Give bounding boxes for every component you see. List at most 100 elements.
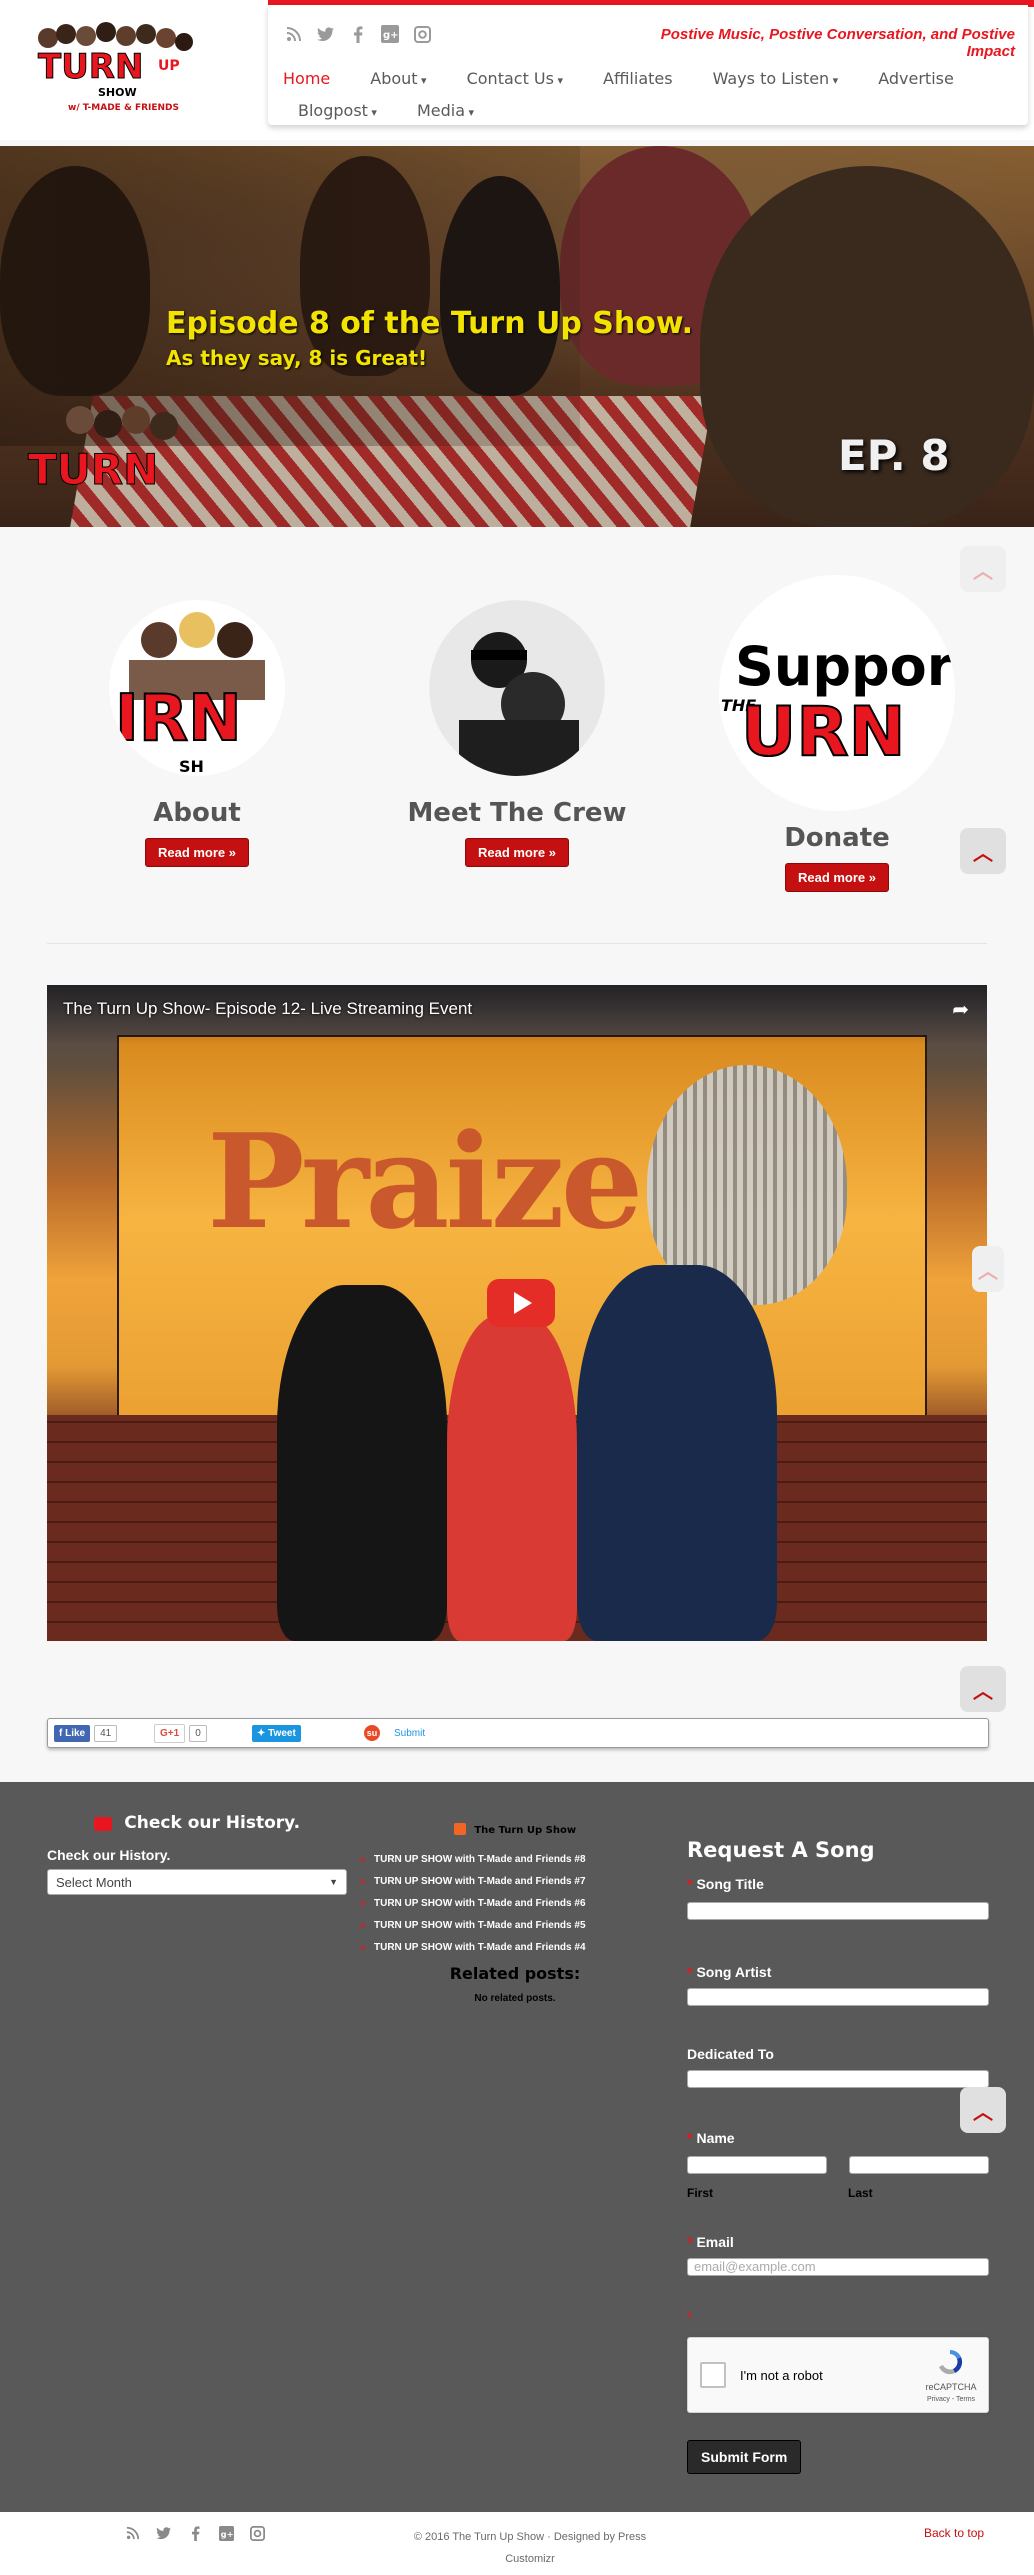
logo-turn-text: TURN <box>38 47 143 87</box>
history-label: Check our History. <box>47 1847 171 1863</box>
recent-post-link[interactable]: TURN UP SHOW with T-Made and Friends #8 <box>360 1854 670 1865</box>
nav-media[interactable]: Media <box>417 100 474 124</box>
nav-home[interactable]: Home <box>283 68 330 92</box>
feature-crew-image[interactable] <box>429 600 605 776</box>
posts-widget: The Turn Up Show TURN UP SHOW with T-Mad… <box>360 1820 670 2004</box>
hero-slider[interactable]: Episode 8 of the Turn Up Show. As they s… <box>0 146 1034 527</box>
instagram-icon[interactable] <box>413 25 431 43</box>
facebook-icon[interactable] <box>186 2526 204 2545</box>
logo-sub-text: w/ T-MADE & FRIENDS <box>68 103 179 113</box>
google-plus-label: G+1 <box>154 1723 186 1743</box>
history-widget-title: Check our History. <box>47 1813 347 1833</box>
nav-contact-us[interactable]: Contact Us <box>467 68 563 92</box>
nav-ways-to-listen[interactable]: Ways to Listen <box>713 68 839 92</box>
rss-icon[interactable] <box>285 25 303 43</box>
name-label: * Name <box>687 2130 735 2146</box>
stumbleupon-icon: su <box>364 1725 380 1741</box>
facebook-like-count: 41 <box>94 1724 118 1742</box>
stumbleupon-submit-label: Submit <box>394 1727 426 1739</box>
hero-title: Episode 8 of the Turn Up Show. <box>166 306 694 341</box>
related-posts-heading: Related posts: <box>449 1964 581 1983</box>
recent-post-link[interactable]: TURN UP SHOW with T-Made and Friends #7 <box>360 1876 670 1887</box>
chevron-up-icon: ︿ <box>973 2099 993 2124</box>
logo-show-text: SHOW <box>98 86 137 99</box>
month-select[interactable]: Select Month ▼ <box>47 1869 347 1895</box>
recaptcha-label: I'm not a robot <box>740 2368 823 2383</box>
facebook-icon[interactable] <box>349 25 367 43</box>
back-to-top-button[interactable]: ︿ <box>972 1246 1004 1292</box>
feature-donate-image[interactable]: Support THE URN <box>719 575 955 811</box>
site-tagline: Postive Music, Postive Conversation, and… <box>660 26 1015 60</box>
chevron-up-icon: ︿ <box>973 558 993 583</box>
twitter-icon[interactable] <box>317 25 335 43</box>
song-title-label: * Song Title <box>687 1876 764 1892</box>
nav-affiliates[interactable]: Affiliates <box>603 68 673 92</box>
google-plus-count: 0 <box>189 1724 207 1742</box>
facebook-like-label: f Like <box>54 1724 91 1742</box>
footer-social-links: g+ <box>124 2526 266 2545</box>
submit-form-button[interactable]: Submit Form <box>687 2440 802 2474</box>
back-to-top-button[interactable]: ︿ <box>960 2087 1006 2133</box>
captcha-required-marker: * <box>687 2310 692 2324</box>
back-to-top-button[interactable]: ︿ <box>960 1666 1006 1712</box>
stumbleupon-submit-button[interactable]: su Submit <box>364 1725 425 1741</box>
twitter-icon[interactable] <box>155 2526 173 2545</box>
song-title-input[interactable] <box>687 1902 989 1920</box>
share-icon[interactable]: ➦ <box>952 997 969 1021</box>
site-colophon: g+ © 2016 The Turn Up Show · Designed by… <box>0 2512 1034 2575</box>
name-fields <box>687 2156 989 2174</box>
recent-post-link[interactable]: TURN UP SHOW with T-Made and Friends #6 <box>360 1898 670 1909</box>
recent-posts-list: TURN UP SHOW with T-Made and Friends #8 … <box>360 1854 670 1953</box>
dedicated-to-input[interactable] <box>687 2070 989 2088</box>
calendar-icon <box>93 1816 112 1831</box>
email-input[interactable]: email@example.com <box>687 2258 989 2276</box>
nav-blogpost[interactable]: Blogpost <box>298 100 377 124</box>
play-button-icon[interactable] <box>487 1279 555 1327</box>
recaptcha-checkbox[interactable] <box>700 2362 726 2388</box>
month-select-value: Select Month <box>56 1874 132 1890</box>
song-artist-input[interactable] <box>687 1988 989 2006</box>
rss-icon <box>453 1822 466 1835</box>
credit-line[interactable]: Customizr <box>380 2548 680 2570</box>
copyright-line[interactable]: © 2016 The Turn Up Show · Designed by Pr… <box>380 2526 680 2548</box>
instagram-icon[interactable] <box>248 2526 266 2545</box>
chevron-up-icon: ︿ <box>973 1678 993 1703</box>
email-label: * Email <box>687 2234 734 2250</box>
copyright-text: © 2016 The Turn Up Show · Designed by Pr… <box>380 2526 680 2570</box>
back-to-top-button[interactable]: ︿ <box>960 546 1006 592</box>
recent-post-link[interactable]: TURN UP SHOW with T-Made and Friends #4 <box>360 1942 670 1953</box>
hero-episode-badge: EP. 8 <box>838 431 950 480</box>
first-name-input[interactable] <box>687 2156 827 2174</box>
svg-text:IRN: IRN <box>115 682 242 756</box>
feature-crew-read-more-button[interactable]: Read more » <box>464 838 570 867</box>
video-person <box>577 1265 777 1641</box>
twitter-icon: ✦ <box>257 1727 269 1739</box>
video-title[interactable]: The Turn Up Show- Episode 12- Live Strea… <box>63 999 472 1019</box>
feature-donate-read-more-button[interactable]: Read more » <box>784 863 890 892</box>
recaptcha-links[interactable]: Privacy - Terms <box>918 2396 984 2403</box>
feature-about-image[interactable]: IRN SH <box>109 600 285 776</box>
last-name-input[interactable] <box>849 2156 989 2174</box>
google-plus-icon[interactable]: g+ <box>381 25 399 43</box>
video-person <box>277 1285 447 1641</box>
youtube-video-player[interactable]: Praize The Turn Up Show- Episode 12- Liv… <box>47 985 987 1641</box>
facebook-like-button[interactable]: f Like 41 <box>54 1724 154 1742</box>
recent-post-link[interactable]: TURN UP SHOW with T-Made and Friends #5 <box>360 1920 670 1931</box>
social-share-bar: f Like 41 G+1 0 ✦ Tweet su Submit <box>47 1718 989 1748</box>
google-plus-icon[interactable]: g+ <box>217 2526 235 2545</box>
feature-crew-title: Meet The Crew <box>407 798 627 828</box>
back-to-top-button[interactable]: ︿ <box>960 828 1006 874</box>
nav-about[interactable]: About <box>370 68 426 92</box>
rss-icon[interactable] <box>124 2526 142 2545</box>
back-to-top-link[interactable]: Back to top <box>924 2526 984 2540</box>
google-plus-button[interactable]: G+1 0 <box>154 1723 252 1743</box>
feature-meet-the-crew: Meet The Crew Read more » <box>397 600 637 867</box>
nav-advertise[interactable]: Advertise <box>878 68 954 92</box>
svg-text:g+: g+ <box>383 30 399 41</box>
chevron-up-icon: ︿ <box>978 1258 998 1283</box>
song-artist-label: * Song Artist <box>687 1964 772 1980</box>
tweet-button[interactable]: ✦ Tweet <box>252 1724 364 1742</box>
feature-about-read-more-button[interactable]: Read more » <box>144 838 250 867</box>
video-person <box>447 1315 577 1641</box>
site-logo[interactable]: TURN UP SHOW w/ T-MADE & FRIENDS <box>28 18 208 118</box>
